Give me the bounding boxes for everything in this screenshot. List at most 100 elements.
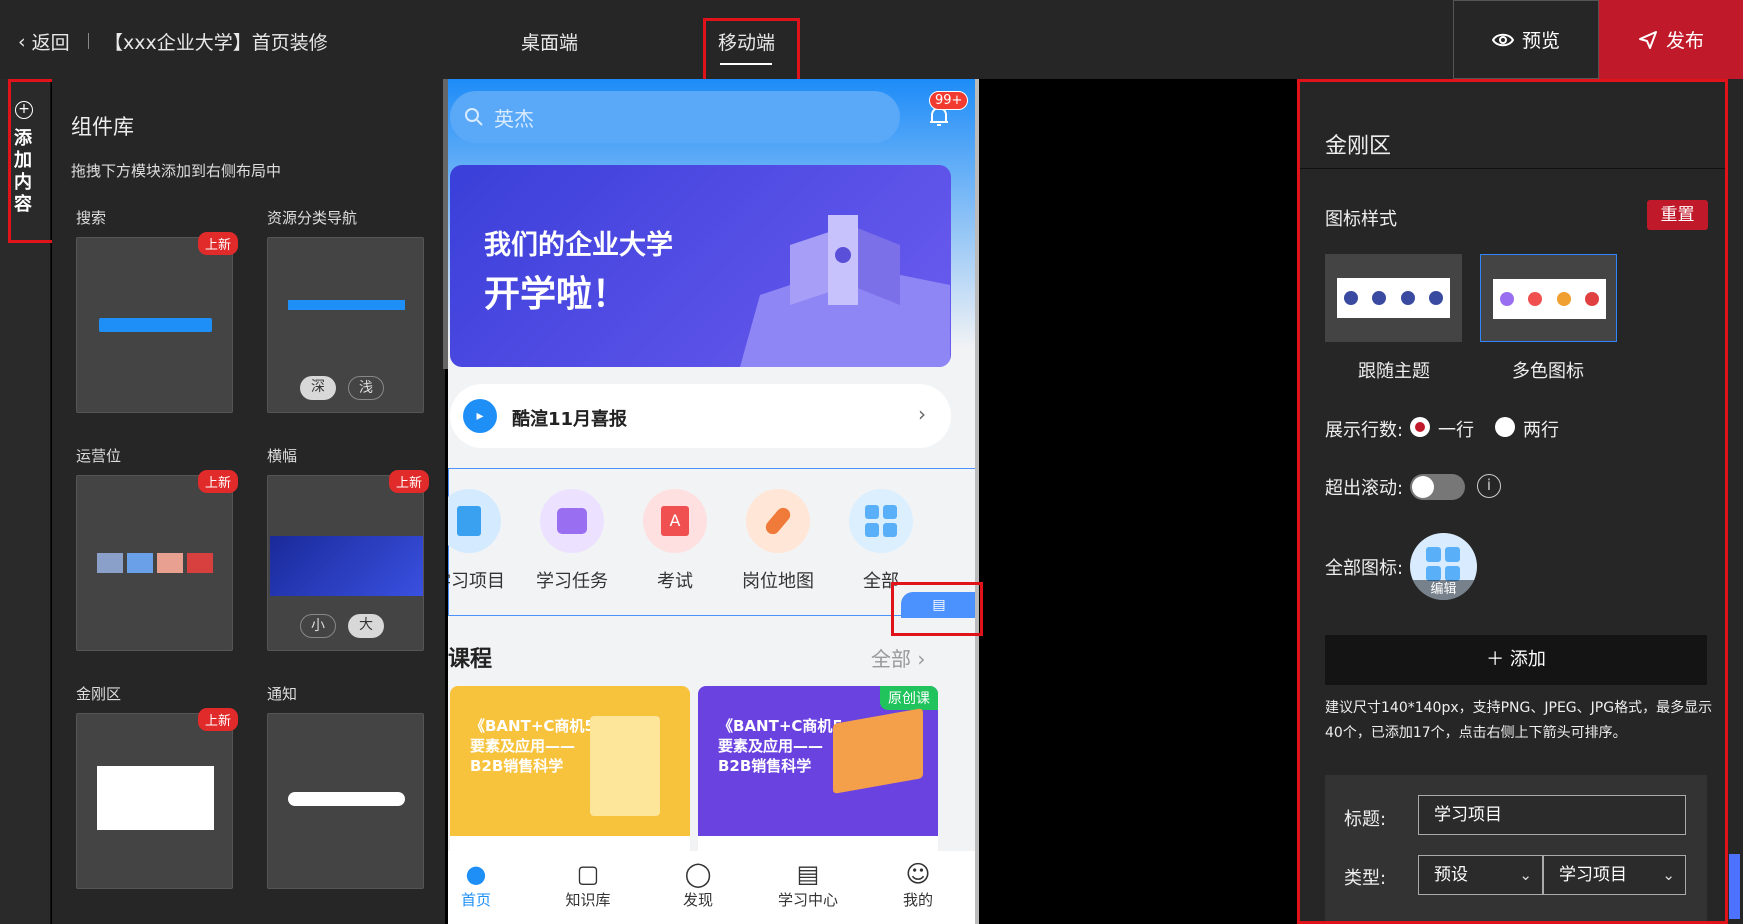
tab-discover[interactable]: ◯ 发现 xyxy=(658,859,738,910)
highlight-box-mobile-tab xyxy=(703,18,800,84)
publish-button[interactable]: 发布 xyxy=(1599,0,1743,79)
theme-light-option[interactable]: 浅 xyxy=(348,376,384,400)
page-title: 【xxx企业大学】首页装修 xyxy=(104,32,328,54)
exam-icon: A xyxy=(643,489,707,553)
search-icon xyxy=(465,108,483,126)
component-card-kingkong[interactable]: 上新 xyxy=(76,708,238,889)
kingkong-item[interactable]: 学习项目 xyxy=(448,489,519,593)
face-icon: ☺ xyxy=(905,860,931,888)
course-all-link[interactable]: 全部 › xyxy=(871,643,925,672)
book-open-icon: ▤ xyxy=(796,860,820,888)
kingkong-item[interactable]: 岗位地图 xyxy=(728,489,828,593)
ops-thumb xyxy=(127,553,153,573)
tab-desktop[interactable]: 桌面端 xyxy=(521,28,578,55)
notification-badge: 99+ xyxy=(929,91,969,110)
component-card-banner[interactable]: 上新 小 大 xyxy=(267,470,429,651)
kingkong-label: 学习任务 xyxy=(536,571,608,592)
back-label: 返回 xyxy=(31,32,70,54)
search-thumbnail xyxy=(99,318,212,332)
component-label-nav: 资源分类导航 xyxy=(267,209,358,227)
component-label-kingkong: 金刚区 xyxy=(76,685,122,703)
kingkong-item[interactable]: 全部 xyxy=(831,489,931,593)
kingkong-label: 岗位地图 xyxy=(742,571,814,592)
size-small-option[interactable]: 小 xyxy=(300,614,336,638)
kingkong-item[interactable]: A 考试 xyxy=(625,489,725,593)
phone-scrollbar[interactable] xyxy=(975,79,979,924)
book-icon xyxy=(448,489,501,553)
reorder-arrows[interactable] xyxy=(1729,854,1740,919)
task-icon xyxy=(540,489,604,553)
preview-label: 预览 xyxy=(1521,30,1560,52)
home-icon: ● xyxy=(465,860,487,888)
course-section-title: 课程 xyxy=(448,647,493,672)
course-card-title: 《BANT+C商机5要素及应用——B2B销售科学 xyxy=(470,717,595,775)
divider xyxy=(88,33,89,49)
rocket-icon xyxy=(746,489,810,553)
eye-icon xyxy=(1491,33,1514,46)
component-card-notice[interactable] xyxy=(267,713,424,889)
tab-knowledge-label: 知识库 xyxy=(565,891,611,909)
ops-thumb xyxy=(97,553,123,573)
library-hint: 拖拽下方模块添加到右侧布局中 xyxy=(71,162,282,180)
component-label-ops: 运营位 xyxy=(76,447,122,465)
theme-dark-option[interactable]: 深 xyxy=(300,376,336,400)
component-label-search: 搜索 xyxy=(76,209,107,227)
banner-line1: 我们的企业大学 xyxy=(484,230,673,261)
preview-button[interactable]: 预览 xyxy=(1453,0,1599,79)
new-badge: 上新 xyxy=(197,232,238,255)
size-large-option[interactable]: 大 xyxy=(348,614,384,638)
notice-bar[interactable]: ▸ 酷渲11月喜报 › xyxy=(450,384,951,448)
speaker-icon: ▸ xyxy=(463,399,497,433)
laptop-illustration xyxy=(833,708,923,794)
kingkong-label: 学习项目 xyxy=(448,571,505,592)
banner[interactable]: 我们的企业大学 开学啦！ xyxy=(450,165,951,367)
tab-mine[interactable]: ☺ 我的 xyxy=(878,859,958,910)
kingkong-item[interactable]: 学习任务 xyxy=(522,489,622,593)
banner-thumbnail xyxy=(270,536,423,596)
tab-mine-label: 我的 xyxy=(902,891,933,909)
banner-line2: 开学啦！ xyxy=(484,274,629,315)
kingkong-label: 考试 xyxy=(657,571,693,592)
grid-icon xyxy=(849,489,913,553)
component-label-banner: 横幅 xyxy=(267,447,298,465)
bottom-tab-bar: ● 首页 ▢ 知识库 ◯ 发现 ▤ 学习中心 ☺ 我的 xyxy=(448,851,978,924)
new-badge: 上新 xyxy=(388,470,429,493)
component-card-search[interactable]: 上新 xyxy=(76,232,238,413)
tab-discover-label: 发现 xyxy=(682,891,713,909)
kingkong-thumbnail xyxy=(97,766,214,830)
course-all-label: 全部 xyxy=(871,647,911,671)
chevron-left-icon: ‹ xyxy=(18,30,26,53)
compass-icon: ◯ xyxy=(684,860,712,888)
chevron-right-icon: › xyxy=(918,402,926,426)
component-card-nav[interactable]: 深 浅 xyxy=(267,237,424,413)
course-card[interactable]: 原创课 《BANT+C商机5要素及应用——B2B销售科学 xyxy=(698,686,938,836)
component-label-notice: 通知 xyxy=(267,685,298,703)
highlight-box-add-content xyxy=(8,79,56,243)
original-badge: 原创课 xyxy=(880,686,938,710)
course-card-title: 《BANT+C商机5要素及应用——B2B销售科学 xyxy=(718,717,843,775)
nav-thumbnail xyxy=(288,300,405,310)
tab-knowledge[interactable]: ▢ 知识库 xyxy=(548,859,628,910)
ops-thumb xyxy=(157,553,183,573)
ops-thumb xyxy=(187,553,213,573)
highlight-box-properties xyxy=(1297,79,1728,924)
tab-learning[interactable]: ▤ 学习中心 xyxy=(768,859,848,910)
tab-home[interactable]: ● 首页 xyxy=(448,859,516,910)
notice-text: 酷渲11月喜报 xyxy=(512,409,628,430)
notebook-icon: ▢ xyxy=(576,860,600,888)
highlight-box-delete xyxy=(891,582,983,636)
send-icon xyxy=(1638,30,1657,49)
mobile-preview: 英杰 99+ 我们的企业大学 开学啦！ ▸ 酷渲11月喜报 › 学习项目 学习任… xyxy=(448,79,978,924)
publish-label: 发布 xyxy=(1665,30,1704,52)
search-placeholder: 英杰 xyxy=(494,106,534,131)
back-button[interactable]: ‹ 返回 xyxy=(18,28,70,55)
library-title: 组件库 xyxy=(71,115,134,139)
new-badge: 上新 xyxy=(197,708,238,731)
campus-illustration xyxy=(740,215,950,367)
course-card[interactable]: 《BANT+C商机5要素及应用——B2B销售科学 xyxy=(450,686,690,836)
document-illustration xyxy=(590,716,660,816)
tab-home-label: 首页 xyxy=(460,891,491,909)
phone-search-bar[interactable]: 英杰 xyxy=(450,91,900,143)
component-card-ops[interactable]: 上新 xyxy=(76,470,238,651)
notice-thumbnail xyxy=(288,792,405,806)
